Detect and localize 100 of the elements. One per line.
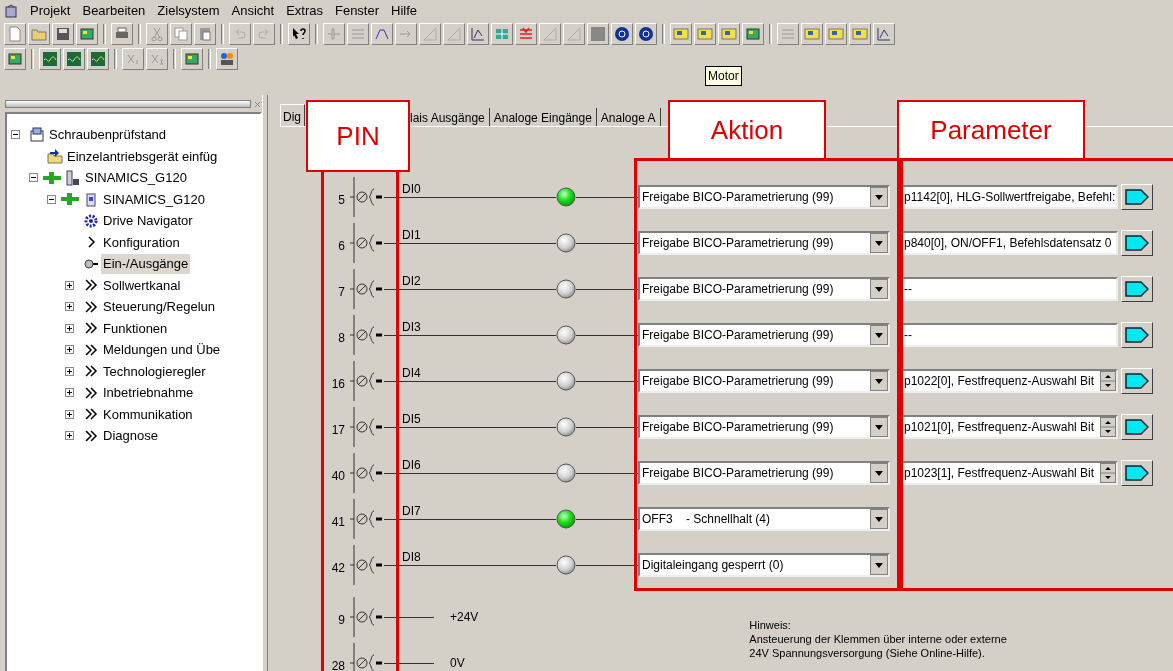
- tree-item[interactable]: SINAMICS_G120: [101, 189, 207, 209]
- supply-label: +24V: [450, 609, 479, 626]
- square-icon: [590, 25, 606, 42]
- insert-folder-icon: [47, 148, 63, 165]
- menu-item[interactable]: Ansicht: [231, 0, 275, 21]
- menu-item[interactable]: Zielsystem: [157, 0, 220, 21]
- signal-label: DI6: [402, 457, 421, 474]
- toolbar-button[interactable]: [611, 22, 633, 45]
- toolbar-button[interactable]: [4, 47, 26, 70]
- menu-item[interactable]: Projekt: [30, 0, 71, 21]
- toolbar-button[interactable]: [63, 47, 85, 70]
- toolbar-button[interactable]: [288, 22, 310, 45]
- toolbar-button[interactable]: [76, 22, 98, 45]
- action-dropdown[interactable]: Freigabe BICO-Parametrierung (99): [638, 323, 890, 347]
- connector-icon: [1125, 189, 1149, 205]
- spin-buttons-icon[interactable]: [1100, 371, 1116, 391]
- tree-item[interactable]: Technologieregler: [101, 361, 208, 381]
- toolbar-button[interactable]: [873, 22, 895, 45]
- ramp-icon: [566, 25, 582, 42]
- menu-item[interactable]: Bearbeiten: [82, 0, 146, 21]
- panel-grip[interactable]: [5, 100, 251, 108]
- action-dropdown[interactable]: OFF3 - Schnellhalt (4): [638, 507, 890, 531]
- collapse-toggle-icon[interactable]: [47, 194, 56, 204]
- menu-item[interactable]: Fenster: [334, 0, 380, 21]
- action-dropdown[interactable]: Freigabe BICO-Parametrierung (99): [638, 369, 890, 393]
- tree-item[interactable]: Diagnose: [101, 426, 160, 446]
- expand-toggle-icon[interactable]: [65, 409, 74, 419]
- pin-number: 9: [337, 612, 346, 629]
- toolbar-button[interactable]: [52, 22, 74, 45]
- tree-item[interactable]: SINAMICS_G120: [83, 168, 189, 188]
- connector-button[interactable]: [1121, 276, 1153, 302]
- terminal-icon: [348, 499, 384, 539]
- toolbar-button[interactable]: [467, 22, 489, 45]
- tab[interactable]: Dig: [280, 104, 305, 126]
- action-dropdown[interactable]: Freigabe BICO-Parametrierung (99): [638, 461, 890, 485]
- project-icon: [29, 126, 45, 143]
- expand-toggle-icon[interactable]: [65, 280, 74, 290]
- tree-item[interactable]: Funktionen: [101, 318, 170, 338]
- action-dropdown[interactable]: Freigabe BICO-Parametrierung (99): [638, 415, 890, 439]
- toolbar-button[interactable]: [181, 47, 203, 70]
- tab[interactable]: Analoge Eingänge: [489, 108, 597, 126]
- expand-toggle-icon[interactable]: [65, 388, 74, 398]
- connector-button[interactable]: [1121, 368, 1153, 394]
- pin-number: 8: [337, 330, 346, 347]
- signal-label: DI5: [402, 411, 421, 428]
- collapse-toggle-icon[interactable]: [11, 130, 20, 140]
- connector-button[interactable]: [1121, 322, 1153, 348]
- action-dropdown[interactable]: Freigabe BICO-Parametrierung (99): [638, 185, 890, 209]
- parameter-field[interactable]: p1021[0], Festfrequenz-Auswahl Bit: [900, 415, 1118, 439]
- double-chevron-icon: [83, 427, 99, 444]
- connector-icon: [1125, 419, 1149, 435]
- window-layout-icon: [828, 25, 844, 42]
- expand-toggle-icon[interactable]: [65, 431, 74, 441]
- parameter-field[interactable]: p1142[0], HLG-Sollwertfreigabe, Befehl:: [900, 185, 1118, 209]
- pin-number: 28: [330, 658, 346, 671]
- parameter-field[interactable]: --: [900, 323, 1118, 347]
- signal-label: DI0: [402, 181, 421, 198]
- parameter-field[interactable]: --: [900, 277, 1118, 301]
- tree-item[interactable]: Schraubenprüfstand: [47, 125, 169, 145]
- parameter-field[interactable]: p840[0], ON/OFF1, Befehlsdatensatz 0: [900, 231, 1118, 255]
- parameter-field[interactable]: p1023[1], Festfrequenz-Auswahl Bit: [900, 461, 1118, 485]
- signal-icon: [90, 50, 106, 67]
- toolbar-button[interactable]: [742, 22, 764, 45]
- tree-item[interactable]: Drive Navigator: [101, 211, 195, 231]
- signal-label: DI8: [402, 549, 421, 566]
- tree-item[interactable]: Meldungen und Übe: [101, 340, 223, 360]
- tree-item[interactable]: Steuerung/Regelun: [101, 297, 218, 317]
- spin-buttons-icon[interactable]: [1100, 463, 1116, 483]
- tree-item[interactable]: Sollwertkanal: [101, 275, 183, 295]
- spin-buttons-icon[interactable]: [1100, 417, 1116, 437]
- menu-item[interactable]: Extras: [286, 0, 323, 21]
- tree-item[interactable]: Konfiguration: [101, 232, 182, 252]
- tab[interactable]: Analoge A: [596, 108, 661, 126]
- tree-item[interactable]: Kommunikation: [101, 404, 195, 424]
- toolbar-button[interactable]: [87, 47, 109, 70]
- collapse-toggle-icon[interactable]: [29, 173, 38, 183]
- terminal-icon: [348, 269, 384, 309]
- toolbar-button[interactable]: [635, 22, 657, 45]
- parameter-field[interactable]: p1022[0], Festfrequenz-Auswahl Bit: [900, 369, 1118, 393]
- terminal-icon: [348, 177, 384, 217]
- toolbar-button[interactable]: [216, 47, 238, 70]
- connector-button[interactable]: [1121, 414, 1153, 440]
- connector-button[interactable]: [1121, 460, 1153, 486]
- action-dropdown[interactable]: Freigabe BICO-Parametrierung (99): [638, 277, 890, 301]
- terminal-icon: [348, 545, 384, 585]
- action-dropdown[interactable]: Freigabe BICO-Parametrierung (99): [638, 231, 890, 255]
- expand-toggle-icon[interactable]: [65, 345, 74, 355]
- annotation-label: Aktion: [668, 100, 826, 160]
- tree-item[interactable]: Ein-/Ausgänge: [101, 254, 191, 274]
- menu-item[interactable]: Hilfe: [391, 0, 418, 21]
- action-dropdown[interactable]: Digitaleingang gesperrt (0): [638, 553, 890, 577]
- tree-item[interactable]: Inbetriebnahme: [101, 383, 196, 403]
- expand-toggle-icon[interactable]: [65, 366, 74, 376]
- toolbar-button[interactable]: [39, 47, 61, 70]
- expand-toggle-icon[interactable]: [65, 323, 74, 333]
- tree-item[interactable]: Einzelantriebsgerät einfüg: [65, 146, 220, 166]
- expand-toggle-icon[interactable]: [65, 302, 74, 312]
- connector-button[interactable]: [1121, 230, 1153, 256]
- connector-button[interactable]: [1121, 184, 1153, 210]
- terminal-icon: [348, 453, 384, 493]
